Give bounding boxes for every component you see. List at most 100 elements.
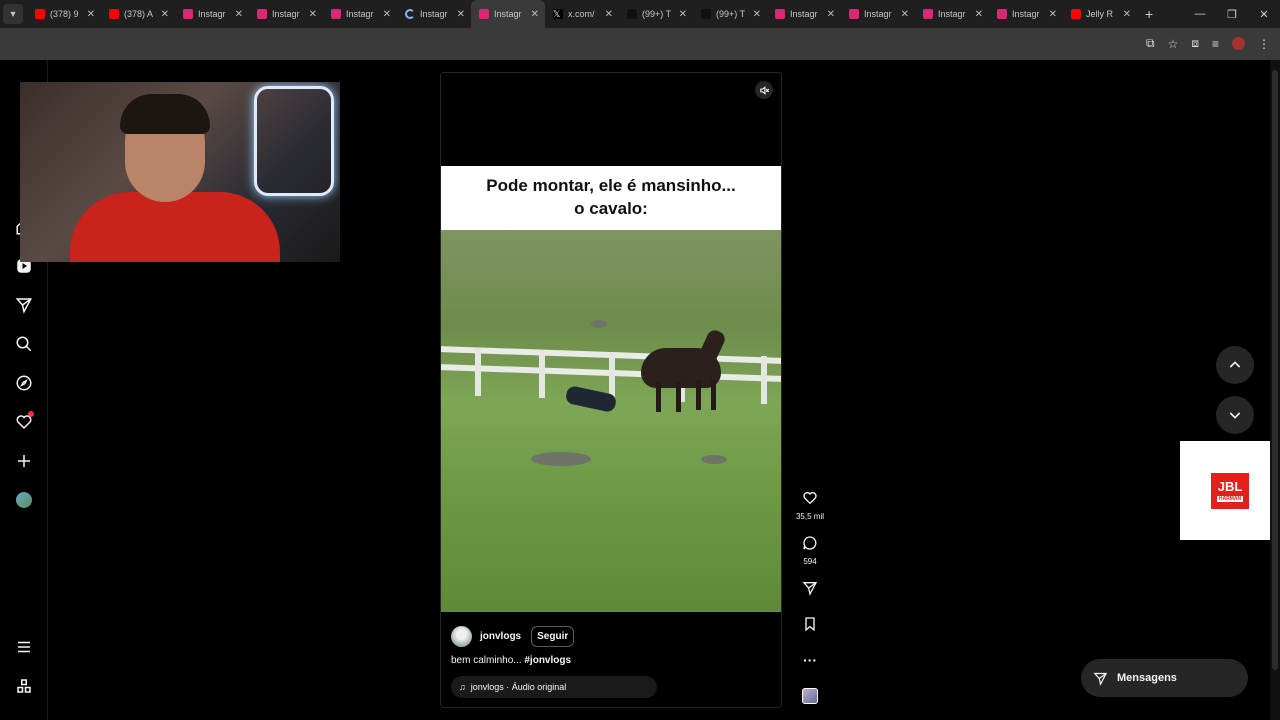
previous-reel-button[interactable] <box>1216 346 1254 384</box>
reel-info: jonvlogs Seguir bem calminho... #jonvlog… <box>441 612 781 707</box>
messages-label: Mensagens <box>1117 672 1177 684</box>
tab-close-icon[interactable]: ✕ <box>457 9 465 20</box>
tab-title: Instagr <box>938 9 966 19</box>
browser-tab[interactable]: Instagr ✕ <box>767 0 841 28</box>
browser-tab[interactable]: (378) A ✕ <box>101 0 175 28</box>
extensions-icon[interactable]: ⧈ <box>1191 36 1199 51</box>
audio-label: jonvlogs · Áudio original <box>470 682 567 692</box>
tab-close-icon[interactable]: ✕ <box>827 9 835 20</box>
create-plus-icon[interactable] <box>13 450 35 472</box>
direct-send-icon[interactable] <box>13 294 35 316</box>
page-scrollbar[interactable] <box>1270 60 1280 720</box>
browser-tab[interactable]: Instagr ✕ <box>249 0 323 28</box>
tab-title: Instagr <box>494 9 522 19</box>
search-icon[interactable] <box>13 333 35 355</box>
youtube-icon <box>1071 9 1081 19</box>
browser-tab-strip: ▾ (378) 9 ✕ (378) A ✕ Instagr ✕ Instagr ✕ Instag… <box>0 0 1280 28</box>
instagram-icon <box>331 9 341 19</box>
reel-top-letterbox <box>441 73 781 166</box>
browser-tab[interactable]: (99+) T ✕ <box>619 0 693 28</box>
tab-close-icon[interactable]: ✕ <box>87 9 95 20</box>
reel-player[interactable]: Pode montar, ele é mansinho... o cavalo: <box>440 72 782 708</box>
tab-title: Instagr <box>420 9 448 19</box>
browser-tab[interactable]: Instagr ✕ <box>989 0 1063 28</box>
tab-title: Instagr <box>864 9 892 19</box>
bookmark-star-icon[interactable]: ☆ <box>1168 37 1179 51</box>
tab-close-icon[interactable]: ✕ <box>975 9 983 20</box>
more-menu-icon[interactable] <box>13 636 35 658</box>
sponsor-ad-card[interactable]: JBL HARMAN <box>1180 441 1280 540</box>
profile-avatar-icon <box>16 492 32 508</box>
bookmark-icon <box>805 617 815 632</box>
caption-hashtag[interactable]: #jonvlogs <box>524 655 571 666</box>
youtube-icon <box>35 9 45 19</box>
tab-close-icon[interactable]: ✕ <box>605 9 613 20</box>
share-send-icon <box>802 582 818 596</box>
next-reel-button[interactable] <box>1216 396 1254 434</box>
instagram-icon <box>479 9 489 19</box>
fence <box>441 346 781 404</box>
browser-tab[interactable]: Instagr ✕ <box>471 0 545 28</box>
author-name[interactable]: jonvlogs <box>480 631 521 642</box>
like-action[interactable]: 35,5 mil <box>794 490 826 521</box>
tiktok-icon <box>627 9 637 19</box>
toolbar-icons: ⧉ ☆ ⧈ ≡ ⋮ <box>1146 36 1270 51</box>
browser-tab[interactable]: Instagr ✕ <box>323 0 397 28</box>
more-options-action[interactable]: ··· <box>794 652 826 670</box>
restore-icon[interactable]: ❐ <box>1216 8 1248 21</box>
tab-close-icon[interactable]: ✕ <box>161 9 169 20</box>
tab-title: Instagr <box>346 9 374 19</box>
mute-button[interactable] <box>755 81 773 99</box>
like-count: 35,5 mil <box>795 512 824 521</box>
browser-tab[interactable]: (99+) T ✕ <box>693 0 767 28</box>
also-from-meta-icon[interactable] <box>13 675 35 697</box>
reel-video-frame[interactable] <box>441 230 781 612</box>
tab-close-icon[interactable]: ✕ <box>309 9 317 20</box>
tab-close-icon[interactable]: ✕ <box>1123 9 1131 20</box>
messages-button[interactable]: Mensagens <box>1081 659 1248 697</box>
tab-close-icon[interactable]: ✕ <box>901 9 909 20</box>
browser-tab[interactable]: Instagr ✕ <box>915 0 989 28</box>
chevron-down-icon <box>1229 412 1241 419</box>
new-tab-button[interactable]: + <box>1145 6 1153 22</box>
tab-search-button[interactable]: ▾ <box>3 4 23 24</box>
jbl-sub: HARMAN <box>1216 496 1244 502</box>
save-action[interactable] <box>794 616 826 637</box>
menu-kebab-icon[interactable]: ⋮ <box>1258 37 1270 51</box>
browser-tab[interactable]: Instagr ✕ <box>841 0 915 28</box>
notifications-heart-icon[interactable] <box>13 411 35 433</box>
close-window-icon[interactable]: ✕ <box>1248 8 1280 21</box>
tab-close-icon[interactable]: ✕ <box>679 9 687 20</box>
browser-tab[interactable]: Instagr ✕ <box>175 0 249 28</box>
tab-close-icon[interactable]: ✕ <box>383 9 391 20</box>
audio-attribution[interactable]: ♫ jonvlogs · Áudio original <box>451 676 657 698</box>
comment-count: 594 <box>803 557 817 566</box>
messages-send-icon <box>1093 672 1108 686</box>
media-controls-icon[interactable]: ≡ <box>1212 37 1219 51</box>
horse <box>641 348 721 388</box>
browser-tab[interactable]: (378) 9 ✕ <box>27 0 101 28</box>
install-app-icon[interactable]: ⧉ <box>1146 36 1155 51</box>
comment-action[interactable]: 594 <box>794 535 826 566</box>
jbl-logo: JBL HARMAN <box>1211 472 1249 509</box>
author-avatar[interactable] <box>451 626 472 647</box>
audio-thumbnail[interactable] <box>794 688 826 704</box>
tab-title: Instagr <box>272 9 300 19</box>
instagram-icon <box>849 9 859 19</box>
follow-button[interactable]: Seguir <box>531 626 575 647</box>
share-action[interactable] <box>794 580 826 601</box>
profile-avatar[interactable] <box>1232 37 1245 50</box>
browser-tab[interactable]: 𝕏x.com/ ✕ <box>545 0 619 28</box>
tab-close-icon[interactable]: ✕ <box>753 9 761 20</box>
browser-tab[interactable]: Jelly R ✕ <box>1063 0 1137 28</box>
tab-close-icon[interactable]: ✕ <box>235 9 243 20</box>
profile-nav-item[interactable] <box>13 489 35 511</box>
minimize-icon[interactable]: — <box>1184 8 1216 20</box>
browser-tab[interactable]: Instagr ✕ <box>397 0 471 28</box>
tab-title: Instagr <box>198 9 226 19</box>
explore-compass-icon[interactable] <box>13 372 35 394</box>
video-caption-line-2: o cavalo: <box>574 199 648 218</box>
scrollbar-thumb[interactable] <box>1272 70 1278 670</box>
tab-close-icon[interactable]: ✕ <box>531 9 539 20</box>
tab-close-icon[interactable]: ✕ <box>1049 9 1057 20</box>
